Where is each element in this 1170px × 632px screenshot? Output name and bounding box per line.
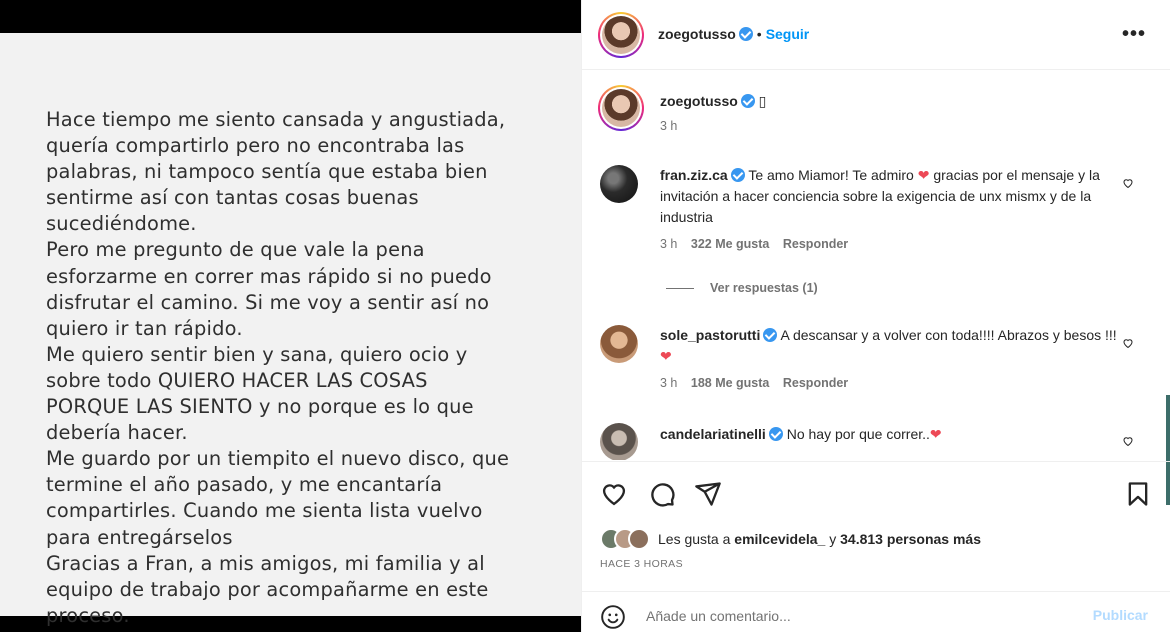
- comment-time[interactable]: 3 h: [660, 376, 677, 390]
- like-comment-heart-icon[interactable]: [1122, 337, 1134, 349]
- post-header: zoegotusso • Seguir •••: [582, 0, 1170, 70]
- likes-count[interactable]: 34.813 personas más: [840, 531, 981, 547]
- verified-badge-icon: [768, 427, 783, 441]
- like-comment-heart-icon[interactable]: [1122, 435, 1134, 447]
- comment-likes[interactable]: 322 Me gusta: [691, 237, 770, 251]
- save-bookmark-icon[interactable]: [1124, 480, 1152, 508]
- note-line: disfrutar el camino. Si me voy a sentir …: [46, 290, 490, 314]
- commenter-avatar[interactable]: [600, 165, 638, 203]
- note-line: sentirme así con tantas cosas buenas: [46, 186, 419, 210]
- note-line: Gracias a Fran, a mis amigos, mi familia…: [46, 551, 485, 575]
- red-heart-emoji-icon: ❤: [917, 167, 930, 183]
- commenter-avatar[interactable]: [600, 325, 638, 363]
- note-line: PORQUE LAS SIENTO y no porque es lo que: [46, 395, 474, 419]
- comment-input[interactable]: [646, 604, 1066, 628]
- liker-avatars: [600, 528, 650, 550]
- note-line: Hace tiempo me siento cansada y angustia…: [46, 108, 506, 131]
- liker-avatar: [628, 528, 650, 550]
- comment-time[interactable]: 3 h: [660, 237, 677, 251]
- comment-likes[interactable]: 188 Me gusta: [691, 376, 770, 390]
- verified-badge-icon: [740, 94, 755, 108]
- comment-text: A descansar y a volver con toda!!!! Abra…: [780, 327, 1117, 343]
- separator-dot: •: [756, 26, 762, 42]
- comment-body: candelariatinelli No hay por que correr.…: [660, 424, 1120, 445]
- note-line: palabras, ni tampoco sentía que estaba b…: [46, 160, 488, 184]
- comment-username[interactable]: fran.ziz.ca: [660, 167, 728, 183]
- more-options-icon[interactable]: •••: [1122, 23, 1146, 46]
- comment-body: sole_pastorutti A descansar y a volver c…: [660, 325, 1120, 394]
- like-comment-heart-icon[interactable]: [1122, 177, 1134, 189]
- view-replies-button[interactable]: Ver respuestas (1): [666, 281, 818, 295]
- post-actions: Les gusta a emilcevidela_ y 34.813 perso…: [582, 461, 1170, 591]
- author-username[interactable]: zoegotusso: [658, 26, 736, 42]
- note-line: compartirles. Cuando me sienta lista vue…: [46, 499, 483, 523]
- verified-badge-icon: [738, 27, 753, 41]
- reply-button[interactable]: Responder: [783, 376, 848, 390]
- caption-time[interactable]: 3 h: [660, 119, 677, 133]
- view-replies-label: Ver respuestas (1): [710, 281, 818, 295]
- comment-body: fran.ziz.ca Te amo Miamor! Te admiro ❤ g…: [660, 165, 1120, 255]
- note-line: para entregárselos: [46, 525, 233, 549]
- comment-username[interactable]: sole_pastorutti: [660, 327, 760, 343]
- comment-username[interactable]: candelariatinelli: [660, 426, 766, 442]
- post-panel: zoegotusso • Seguir ••• zoegotusso ▯ 3 h f…: [581, 0, 1170, 632]
- comment-bubble-icon[interactable]: [648, 480, 676, 508]
- caption-body: zoegotusso ▯ 3 h: [660, 91, 1120, 137]
- emoji-icon[interactable]: [600, 604, 626, 630]
- add-comment-bar: Publicar: [582, 591, 1170, 632]
- note-text: Hace tiempo me siento cansada y angustia…: [46, 107, 556, 629]
- reply-button[interactable]: Responder: [783, 237, 848, 251]
- likes-user[interactable]: emilcevidela_: [734, 531, 825, 547]
- note-line: termine el año pasado, y me encantaría: [46, 473, 443, 497]
- note-line: quería compartirlo pero no encontraba la…: [46, 134, 465, 158]
- caption-text: ▯: [758, 93, 767, 109]
- note-line: equipo de trabajo por acompañarme en est…: [46, 577, 489, 601]
- caption-username[interactable]: zoegotusso: [660, 93, 738, 109]
- note-line: esforzarme en correr mas rápido si no pu…: [46, 264, 492, 288]
- note-screenshot: Hace tiempo me siento cansada y angustia…: [0, 33, 581, 627]
- note-line: debería hacer.: [46, 421, 188, 445]
- verified-badge-icon: [763, 328, 778, 342]
- posted-time[interactable]: HACE 3 HORAS: [600, 558, 683, 570]
- likes-summary[interactable]: Les gusta a emilcevidela_ y 34.813 perso…: [600, 528, 981, 550]
- note-line: sobre todo QUIERO HACER LAS COSAS: [46, 368, 428, 392]
- note-line: proceso.: [46, 603, 130, 627]
- verified-badge-icon: [730, 168, 745, 182]
- publish-button[interactable]: Publicar: [1093, 607, 1148, 623]
- comment-text: Te amo Miamor! Te admiro: [748, 167, 914, 183]
- note-line: Me guardo por un tiempito el nuevo disco…: [46, 447, 510, 471]
- note-line: sucediéndome.: [46, 212, 197, 236]
- follow-button[interactable]: Seguir: [766, 26, 810, 42]
- commenter-avatar[interactable]: [600, 423, 638, 460]
- caption-avatar[interactable]: [598, 85, 644, 131]
- comments-list[interactable]: zoegotusso ▯ 3 h fran.ziz.ca Te amo Miam…: [582, 71, 1170, 460]
- replies-divider: [666, 288, 694, 290]
- likes-prefix: Les gusta a: [658, 531, 731, 547]
- like-heart-icon[interactable]: [600, 480, 628, 508]
- red-heart-emoji-icon: ❤: [660, 348, 672, 364]
- note-line: Me quiero sentir bien y sana, quiero oci…: [46, 342, 468, 366]
- note-line: quiero ir tan rápido.: [46, 316, 243, 340]
- header-user-line: zoegotusso • Seguir: [658, 26, 809, 44]
- comment-text: No hay por que correr..: [786, 426, 930, 442]
- red-heart-emoji-icon: ❤: [929, 426, 942, 442]
- note-line: Pero me pregunto de que vale la pena: [46, 238, 425, 262]
- author-avatar[interactable]: [598, 12, 644, 58]
- likes-middle: y: [829, 531, 837, 547]
- share-send-icon[interactable]: [694, 480, 722, 508]
- post-image[interactable]: Hace tiempo me siento cansada y angustia…: [0, 0, 581, 632]
